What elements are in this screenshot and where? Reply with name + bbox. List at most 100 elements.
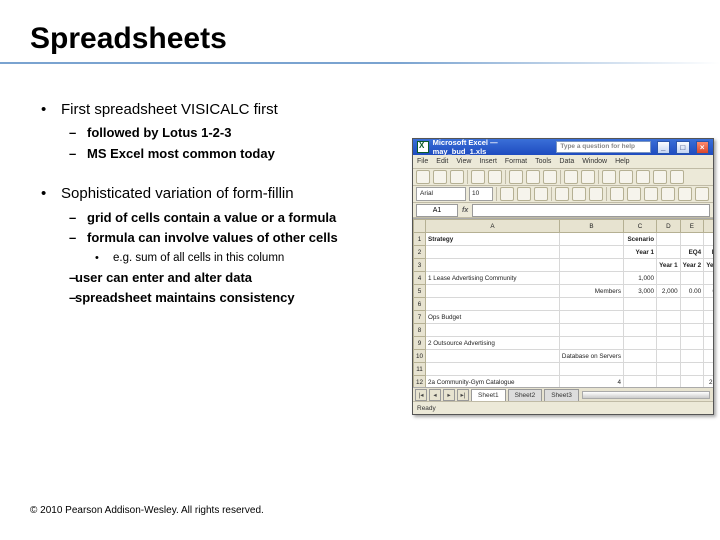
cell[interactable] <box>559 272 623 285</box>
currency-icon[interactable] <box>610 187 624 201</box>
tab-prev-icon[interactable]: ◂ <box>429 389 441 401</box>
cell[interactable] <box>657 337 681 350</box>
cell[interactable] <box>680 324 704 337</box>
cell[interactable]: Strategy <box>426 233 560 246</box>
save-icon[interactable] <box>450 170 464 184</box>
align-center-icon[interactable] <box>572 187 586 201</box>
cell[interactable] <box>426 324 560 337</box>
cell[interactable] <box>624 324 657 337</box>
maximize-button[interactable]: □ <box>676 141 689 154</box>
cell[interactable] <box>624 311 657 324</box>
cell[interactable] <box>426 259 560 272</box>
comma-icon[interactable] <box>644 187 658 201</box>
cell[interactable]: 2a Community-Gym Catalogue <box>426 376 560 388</box>
column-header[interactable] <box>414 220 426 233</box>
cell[interactable] <box>680 233 704 246</box>
percent-icon[interactable] <box>627 187 641 201</box>
cell[interactable] <box>657 376 681 388</box>
cell[interactable] <box>426 246 560 259</box>
minimize-button[interactable]: _ <box>657 141 670 154</box>
cell[interactable]: Ops Budget <box>426 311 560 324</box>
row-header[interactable]: 5 <box>414 285 426 298</box>
column-header[interactable]: A <box>426 220 560 233</box>
cell[interactable] <box>704 350 713 363</box>
tab-last-icon[interactable]: ▸| <box>457 389 469 401</box>
cell[interactable]: 0.00 <box>680 285 704 298</box>
cell[interactable] <box>704 233 713 246</box>
row-header[interactable]: 10 <box>414 350 426 363</box>
cell[interactable] <box>704 337 713 350</box>
row-header[interactable]: 11 <box>414 363 426 376</box>
menu-item[interactable]: Help <box>615 158 629 165</box>
cell[interactable] <box>624 298 657 311</box>
menu-item[interactable]: File <box>417 158 428 165</box>
cell[interactable] <box>680 272 704 285</box>
cell[interactable] <box>559 298 623 311</box>
cell[interactable] <box>657 298 681 311</box>
cell[interactable] <box>657 350 681 363</box>
cell[interactable] <box>559 363 623 376</box>
cell[interactable]: 2 Outsource Advertising <box>426 337 560 350</box>
name-box[interactable]: A1 <box>416 204 458 217</box>
cell[interactable] <box>559 324 623 337</box>
formula-input[interactable] <box>472 204 710 217</box>
spreadsheet-grid[interactable]: ABCDEFGH1StrategyScenario2Year 1EQ4BQ4BQ… <box>413 218 713 387</box>
row-header[interactable]: 3 <box>414 259 426 272</box>
cell[interactable]: 4 <box>559 376 623 388</box>
grid-table[interactable]: ABCDEFGH1StrategyScenario2Year 1EQ4BQ4BQ… <box>413 219 713 387</box>
cell[interactable] <box>624 350 657 363</box>
sort-asc-icon[interactable] <box>619 170 633 184</box>
font-color-icon[interactable] <box>695 187 709 201</box>
cell[interactable] <box>426 285 560 298</box>
open-icon[interactable] <box>433 170 447 184</box>
cut-icon[interactable] <box>509 170 523 184</box>
cell[interactable] <box>657 324 681 337</box>
print-icon[interactable] <box>471 170 485 184</box>
cell[interactable]: Year 2 <box>680 259 704 272</box>
cell[interactable]: EQ4 <box>680 246 704 259</box>
cell[interactable] <box>426 350 560 363</box>
cell[interactable]: 1 Lease Advertising Community <box>426 272 560 285</box>
fill-color-icon[interactable] <box>678 187 692 201</box>
cell[interactable] <box>624 376 657 388</box>
align-left-icon[interactable] <box>555 187 569 201</box>
row-header[interactable]: 8 <box>414 324 426 337</box>
cell[interactable] <box>680 311 704 324</box>
cell[interactable] <box>559 233 623 246</box>
new-icon[interactable] <box>416 170 430 184</box>
cell[interactable] <box>704 311 713 324</box>
menu-item[interactable]: View <box>456 158 471 165</box>
cell[interactable] <box>680 376 704 388</box>
font-size-selector[interactable]: 10 <box>469 187 493 201</box>
close-button[interactable]: × <box>696 141 709 154</box>
row-header[interactable]: 4 <box>414 272 426 285</box>
copy-icon[interactable] <box>526 170 540 184</box>
cell[interactable]: Members <box>559 285 623 298</box>
cell[interactable] <box>657 233 681 246</box>
cell[interactable] <box>559 311 623 324</box>
cell[interactable]: Year 1 <box>624 246 657 259</box>
cell[interactable] <box>559 246 623 259</box>
cell[interactable]: 1,000 <box>624 272 657 285</box>
tab-next-icon[interactable]: ▸ <box>443 389 455 401</box>
cell[interactable] <box>657 311 681 324</box>
help-search-box[interactable]: Type a question for help <box>556 141 650 153</box>
row-header[interactable]: 7 <box>414 311 426 324</box>
italic-icon[interactable] <box>517 187 531 201</box>
cell[interactable]: Year 2 <box>704 259 713 272</box>
menu-item[interactable]: Edit <box>436 158 448 165</box>
cell[interactable] <box>624 259 657 272</box>
autosum-icon[interactable] <box>602 170 616 184</box>
cell[interactable] <box>426 363 560 376</box>
borders-icon[interactable] <box>661 187 675 201</box>
row-header[interactable]: 6 <box>414 298 426 311</box>
preview-icon[interactable] <box>488 170 502 184</box>
cell[interactable] <box>559 259 623 272</box>
menu-item[interactable]: Tools <box>535 158 551 165</box>
font-selector[interactable]: Arial <box>416 187 466 201</box>
tab-first-icon[interactable]: |◂ <box>415 389 427 401</box>
cell[interactable]: 3,000 <box>624 285 657 298</box>
cell[interactable] <box>680 363 704 376</box>
menu-item[interactable]: Format <box>505 158 527 165</box>
cell[interactable] <box>704 324 713 337</box>
